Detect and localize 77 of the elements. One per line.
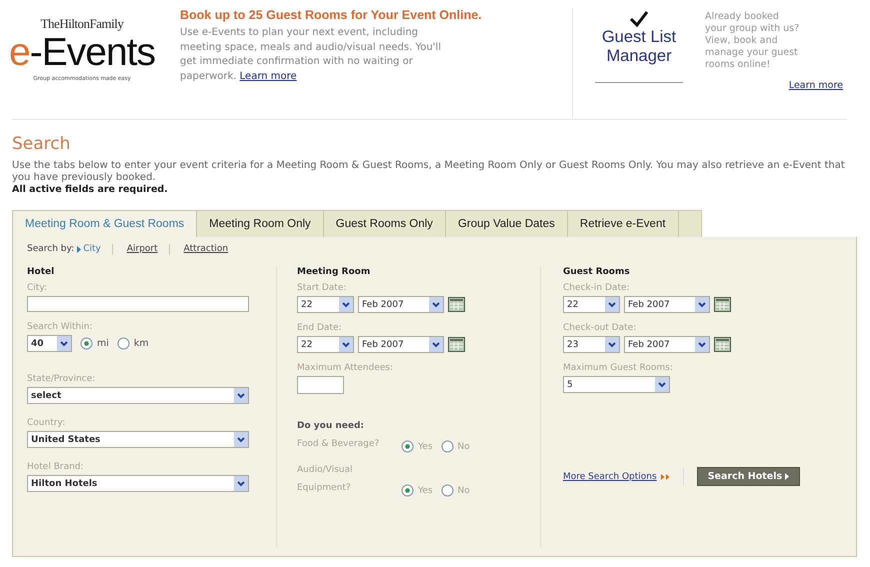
chevron-icon <box>698 342 706 348</box>
chevron-icon <box>432 342 440 348</box>
pointer-icon <box>77 246 82 252</box>
calendar-icon <box>714 297 731 312</box>
guest-list-title: Guest List Manager <box>600 28 678 66</box>
double-arrow-icon <box>660 474 670 480</box>
tab[interactable]: Meeting Room & Guest Rooms <box>12 210 198 237</box>
field-label: Check-out Date: <box>563 323 638 335</box>
field-label: Maximum Attendees: <box>297 363 394 375</box>
radio-option[interactable]: mi <box>80 337 109 350</box>
chevron-icon <box>237 436 245 442</box>
chevron-icon <box>432 302 440 308</box>
field-label: End Date: <box>297 323 343 335</box>
more-options-link[interactable]: More Search Options <box>563 472 657 482</box>
calendar-icon <box>714 337 731 352</box>
learn-more-link[interactable]: Learn more <box>788 80 843 91</box>
search-by-option[interactable]: City <box>77 244 101 254</box>
dropdown[interactable]: Feb 2007 <box>358 296 444 313</box>
chevron-icon <box>658 382 666 388</box>
search-by-label: Search by: <box>27 244 74 254</box>
dropdown[interactable]: Hilton Hotels <box>27 475 249 492</box>
dropdown[interactable]: Feb 2007 <box>624 296 710 313</box>
column-heading: Hotel <box>27 267 56 279</box>
field-label: Check-in Date: <box>563 283 631 295</box>
field-label: Maximum Guest Rooms: <box>563 363 674 375</box>
tab[interactable]: Group Value Dates <box>444 210 568 237</box>
search-button[interactable]: Search Hotels <box>696 467 800 486</box>
dropdown[interactable]: 5 <box>563 376 670 393</box>
chevron-icon <box>237 480 245 486</box>
dropdown[interactable]: 22 <box>563 296 620 313</box>
triangle-icon <box>785 473 790 480</box>
calendar-icon <box>448 337 465 352</box>
dropdown[interactable]: Feb 2007 <box>358 336 444 353</box>
column-heading: Meeting Room <box>297 267 372 279</box>
search-by-option[interactable]: Airport <box>126 244 158 254</box>
dropdown[interactable]: 40 <box>27 335 72 352</box>
checkmark-icon <box>629 10 649 28</box>
input-field[interactable] <box>27 296 249 312</box>
field-label: Audio/Visual Equipment? <box>297 464 354 495</box>
chevron-icon <box>342 342 350 348</box>
logo-family-text: TheHiltonFamily <box>40 16 124 32</box>
tab[interactable]: Retrieve e-Event <box>566 210 679 237</box>
question-heading: Do you need: <box>297 421 366 431</box>
chevron-icon <box>237 392 245 398</box>
chevron-icon <box>608 302 616 308</box>
dropdown[interactable]: 22 <box>297 296 354 313</box>
field-label: City: <box>27 283 48 295</box>
column-heading: Guest Rooms <box>563 267 631 279</box>
field-label: Food & Beverage? <box>297 438 380 451</box>
field-label: Country: <box>27 418 66 430</box>
field-label: Hotel Brand: <box>27 462 85 474</box>
learn-more-link[interactable]: Learn more <box>240 70 297 82</box>
guest-list-text: Already booked your group with us? View, book and manage your guest rooms online! <box>705 11 800 71</box>
intro-text: Use the tabs below to enter your event criteria for a Meeting Room & Guest Rooms, a Meeting Room Only or Guest Rooms Only. You may also retrieve an e-Event that you have previously booked. <box>12 160 846 184</box>
chevron-icon <box>342 302 350 308</box>
dropdown[interactable]: United States <box>27 431 249 448</box>
required-note: All active fields are required. <box>12 184 169 195</box>
section-title: Search <box>12 134 72 154</box>
tab[interactable]: Meeting Room Only <box>196 210 324 237</box>
field-label: Search Within: <box>27 322 94 334</box>
dropdown[interactable]: 23 <box>563 336 620 353</box>
logo-brand-text: e-Events <box>9 32 155 74</box>
promo-title: Book up to 25 Guest Rooms for Your Event Online. <box>180 8 483 22</box>
chevron-icon <box>60 340 68 346</box>
input-field[interactable] <box>297 376 344 394</box>
promo-text: Use e-Events to plan your next event, including meeting space, meals and audio/visual needs. You'll get immediate confirmation with no waiting or paperwork. Learn more <box>180 26 442 84</box>
search-by-option[interactable]: Attraction <box>184 244 228 254</box>
radio-option[interactable]: km <box>116 337 149 350</box>
dropdown[interactable]: 22 <box>297 336 354 353</box>
field-label: Start Date: <box>297 283 348 295</box>
chevron-icon <box>698 302 706 308</box>
dropdown[interactable]: Feb 2007 <box>624 336 710 353</box>
field-label: State/Province: <box>27 374 96 386</box>
chevron-icon <box>608 342 616 348</box>
calendar-icon <box>448 297 465 312</box>
tab[interactable]: Guest Rooms Only <box>322 210 446 237</box>
dropdown[interactable]: select <box>27 387 249 404</box>
